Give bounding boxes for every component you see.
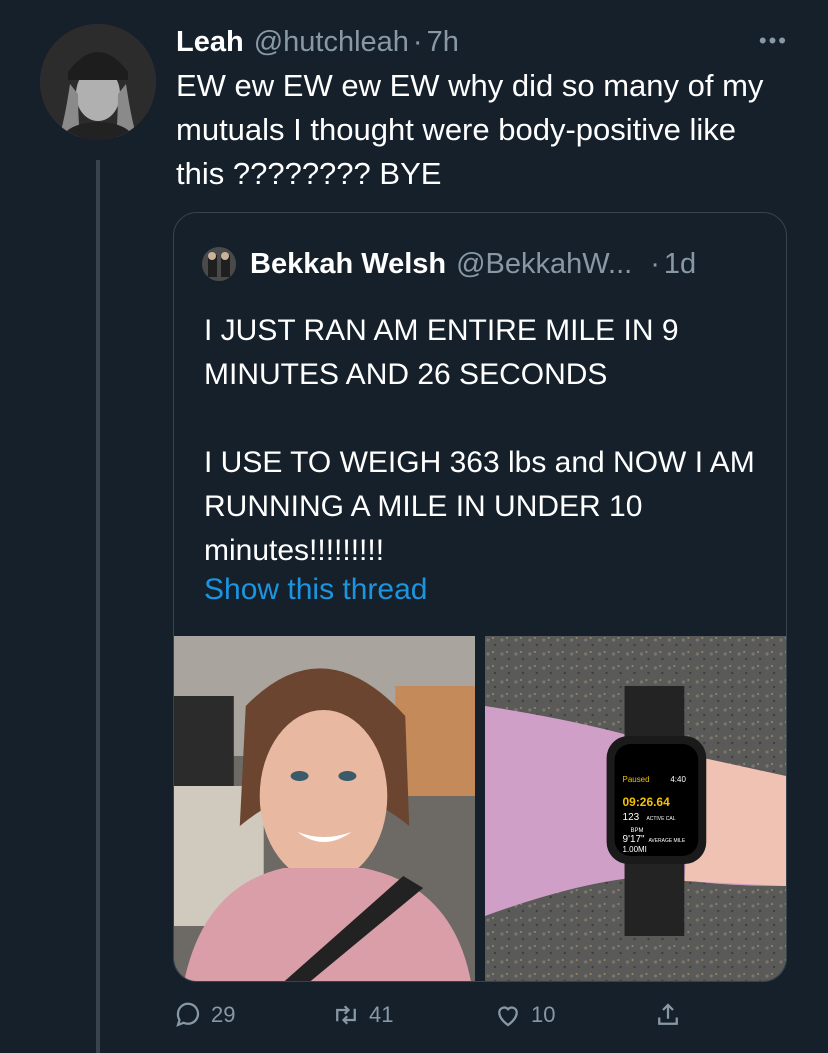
watch-pace: 9'17" [623, 834, 645, 845]
separator-dot: · [412, 25, 423, 58]
show-thread-link[interactable]: Show this thread [204, 573, 427, 607]
thread-line [96, 160, 100, 1053]
author-name[interactable]: Leah [176, 26, 244, 59]
quoted-author-avatar [202, 247, 236, 281]
author-handle[interactable]: @hutchleah [254, 26, 409, 59]
tweet-header: Leah @hutchleah · 7h ••• [176, 22, 788, 62]
watch-image: Paused 4:40 09:26.64 123 ACTIVE CAL BPM … [485, 636, 786, 981]
tweet-time[interactable]: 7h [427, 26, 459, 59]
photo-selfie[interactable] [174, 636, 475, 981]
retweet-button[interactable]: 41 [331, 1000, 393, 1030]
quoted-author-handle: @BekkahW... [456, 247, 633, 280]
more-horizontal-icon[interactable]: ••• [759, 28, 788, 54]
quoted-tweet-header: Bekkah Welsh @BekkahW... · 1d [202, 241, 766, 287]
watch-calories: 123 [623, 812, 640, 823]
photo-watch[interactable]: Paused 4:40 09:26.64 123 ACTIVE CAL BPM … [485, 636, 786, 981]
watch-distance: 1.00MI [623, 845, 647, 854]
retweet-count: 41 [369, 1002, 394, 1027]
selfie-image [174, 636, 475, 981]
reply-button[interactable]: 29 [173, 1000, 235, 1030]
separator-dot: · [650, 247, 660, 280]
author-avatar[interactable] [40, 24, 156, 140]
quoted-author-name: Bekkah Welsh [250, 247, 447, 280]
quoted-tweet-time: 1d [663, 247, 697, 280]
quoted-tweet-text: I JUST RAN AM ENTIRE MILE IN 9 MINUTES A… [204, 309, 764, 573]
watch-pace-label: AVERAGE MILE [648, 838, 685, 844]
quoted-paragraph: I USE TO WEIGH 363 lbs and NOW I AM RUNN… [204, 446, 755, 567]
watch-clock: 4:40 [670, 775, 686, 784]
watch-status: Paused [623, 775, 650, 784]
share-icon [658, 1003, 678, 1025]
watch-calories-unit: ACTIVE CAL [646, 816, 675, 822]
retweet-icon [336, 1005, 356, 1025]
like-button[interactable]: 10 [493, 1000, 555, 1030]
tweet-text: EW ew EW ew EW why did so many of my mut… [176, 68, 764, 191]
reply-count: 29 [211, 1002, 236, 1027]
media-grid: Paused 4:40 09:26.64 123 ACTIVE CAL BPM … [174, 636, 786, 981]
tweet-actions: 29 41 10 [173, 1000, 713, 1040]
quoted-paragraph: I JUST RAN AM ENTIRE MILE IN 9 MINUTES A… [204, 314, 679, 391]
quoted-tweet[interactable]: Bekkah Welsh @BekkahW... · 1d I JUST RAN… [173, 212, 787, 982]
share-button[interactable] [653, 1000, 683, 1030]
like-count: 10 [531, 1002, 556, 1027]
reply-icon [176, 1002, 200, 1027]
like-icon [498, 1006, 518, 1027]
watch-elapsed: 09:26.64 [623, 795, 671, 809]
